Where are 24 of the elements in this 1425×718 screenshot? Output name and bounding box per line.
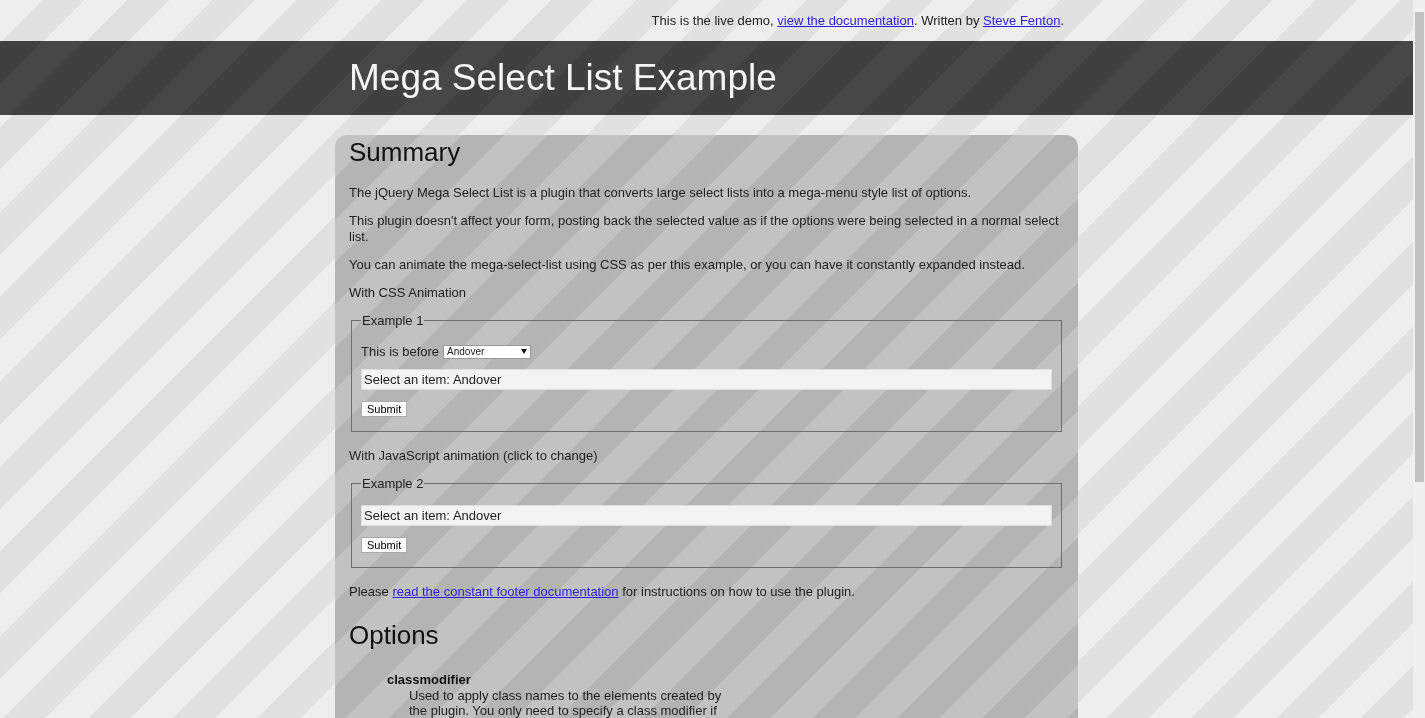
section-heading: Summary xyxy=(349,137,462,167)
example-caption: With JavaScript animation (click to change) xyxy=(349,448,599,464)
option-description: Used to apply class names to the elements created by the plugin. You only need to specify a class modifier if xyxy=(409,688,723,718)
scrollbar-thumb[interactable] xyxy=(1414,12,1424,482)
intro-text: This is the live demo, view the documentation. Written by Steve Fenton. xyxy=(651,12,1064,28)
input-field[interactable]: Select an item: Andover xyxy=(361,505,1052,526)
paragraph: You can animate the mega-select-list using CSS as per this example, or you can have it constantly expanded instead. xyxy=(349,257,1026,273)
input-field[interactable]: Select an item: Andover xyxy=(361,369,1052,390)
caret-icon xyxy=(521,349,528,354)
select-dropdown[interactable]: Andover xyxy=(443,344,532,359)
page-title: Mega Select List Example xyxy=(349,56,778,99)
submit-button[interactable]: Submit xyxy=(361,537,408,553)
option-name: classmodifier xyxy=(387,672,472,687)
paragraph: This plugin doesn't affect your form, posting back the selected value as if the options were being selected in a normal select list. xyxy=(349,213,1060,245)
documentation-link[interactable]: view the documentation xyxy=(777,12,914,28)
select-label: This is before xyxy=(361,344,440,359)
paragraph: Please read the constant footer documentation for instructions on how to use the plugin. xyxy=(349,584,856,600)
paragraph: The jQuery Mega Select List is a plugin that converts large select lists into a mega-menu style list of options. xyxy=(349,185,973,201)
example-caption: With CSS Animation xyxy=(349,285,468,301)
documentation-link[interactable]: read the constant footer documentation xyxy=(392,584,619,599)
submit-button[interactable]: Submit xyxy=(361,401,408,417)
fieldset-legend: Example 2 xyxy=(361,476,425,491)
fieldset-legend: Example 1 xyxy=(361,313,425,328)
section-heading: Options xyxy=(349,620,440,650)
